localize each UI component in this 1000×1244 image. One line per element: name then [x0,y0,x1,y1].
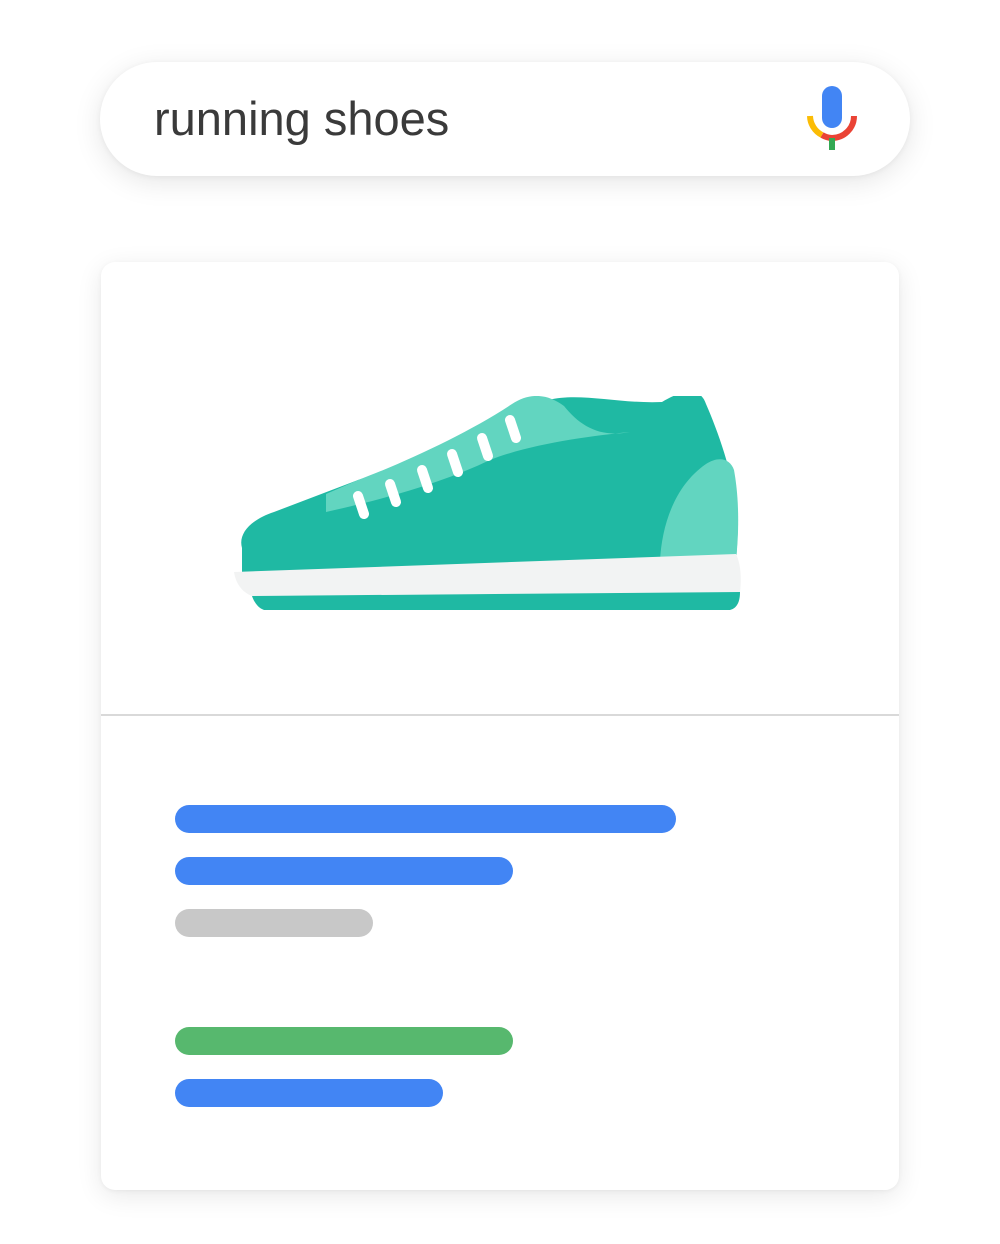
card-divider [101,714,899,716]
running-shoe-icon [234,396,741,610]
search-input[interactable]: running shoes [154,90,449,148]
placeholder-price-line [175,1027,513,1055]
placeholder-title-line-2 [175,857,513,885]
microphone-icon[interactable] [804,84,860,154]
placeholder-meta-line [175,909,373,937]
placeholder-title-line-1 [175,805,676,833]
search-bar[interactable]: running shoes [100,62,910,176]
shopping-result-card[interactable] [101,262,899,1190]
product-image [101,262,899,715]
placeholder-link-line [175,1079,443,1107]
